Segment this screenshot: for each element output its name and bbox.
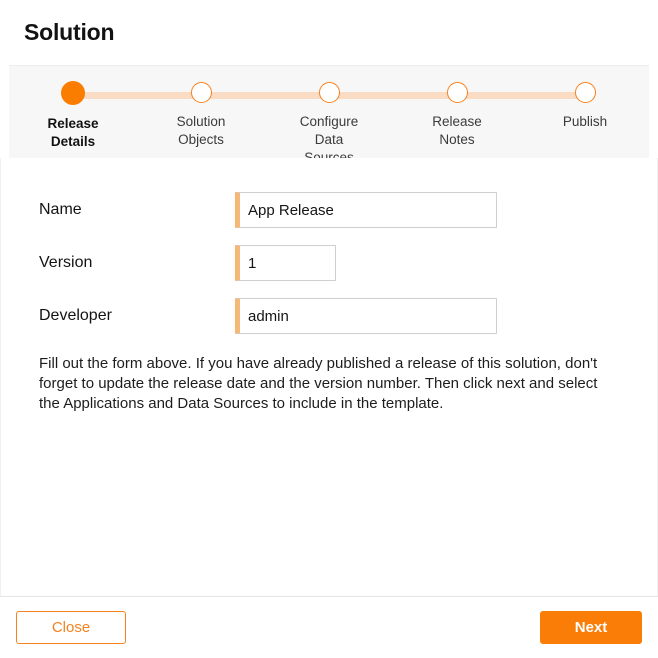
- step-label: Release Notes: [432, 113, 482, 149]
- step-release-notes[interactable]: Release Notes: [393, 65, 521, 149]
- next-button[interactable]: Next: [540, 611, 642, 644]
- developer-input[interactable]: [235, 298, 497, 334]
- name-input[interactable]: [235, 192, 497, 228]
- field-row-version: Version: [1, 245, 657, 281]
- step-publish[interactable]: Publish: [521, 65, 649, 131]
- developer-label: Developer: [39, 307, 235, 325]
- solution-release-wizard: Solution Release Details Solution Object…: [0, 0, 658, 658]
- step-solution-objects[interactable]: Solution Objects: [137, 65, 265, 149]
- form-help-text: Fill out the form above. If you have alr…: [39, 354, 619, 414]
- title-bar: Solution: [0, 0, 658, 65]
- name-label: Name: [39, 201, 235, 219]
- release-details-form: Name Version Developer Fill out the form…: [0, 158, 658, 596]
- step-dot-icon: [61, 81, 85, 105]
- version-input[interactable]: [235, 245, 336, 281]
- wizard-stepper: Release Details Solution Objects Configu…: [0, 65, 658, 158]
- close-button[interactable]: Close: [16, 611, 126, 644]
- step-dot-icon: [319, 82, 340, 103]
- step-dot-icon: [447, 82, 468, 103]
- field-row-name: Name: [1, 192, 657, 228]
- version-label: Version: [39, 254, 235, 272]
- step-dot-icon: [191, 82, 212, 103]
- stepper-steps: Release Details Solution Objects Configu…: [9, 65, 649, 158]
- page-title: Solution: [24, 19, 114, 46]
- step-release-details[interactable]: Release Details: [9, 65, 137, 151]
- step-dot-icon: [575, 82, 596, 103]
- step-label: Release Details: [47, 115, 98, 151]
- wizard-footer: Close Next: [0, 596, 658, 658]
- field-row-developer: Developer: [1, 298, 657, 334]
- step-label: Publish: [563, 113, 607, 131]
- step-configure-data-sources[interactable]: Configure Data Sources: [265, 65, 393, 167]
- step-label: Solution Objects: [177, 113, 226, 149]
